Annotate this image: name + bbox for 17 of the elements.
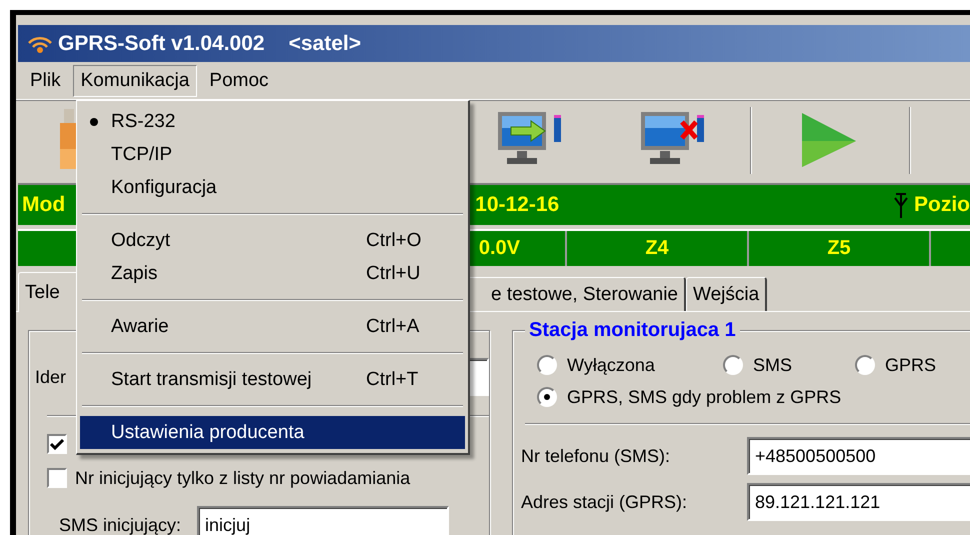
radio-label: Wyłączona <box>567 354 655 376</box>
zone-label: Z4 <box>645 237 669 260</box>
field-label: SMS inicjujący: <box>59 514 182 535</box>
radio-label: SMS <box>753 354 792 376</box>
checkbox-label: Nr inicjujący tylko z listy nr powiadamiania <box>75 468 410 488</box>
group-title: Stacja monitorujaca 1 <box>525 319 740 342</box>
date-text: 10-12-16 <box>475 193 560 217</box>
radio-label: GPRS <box>885 354 936 376</box>
window-title: GPRS-Soft v1.04.002 <satel> <box>58 32 361 56</box>
zone-label: 0.0V <box>478 237 520 260</box>
zone-label: Z5 <box>827 237 851 260</box>
field-label: Adres stacji (GPRS): <box>521 492 688 512</box>
signal-level-text: Pozio <box>914 193 970 217</box>
radio-label: GPRS, SMS gdy problem z GPRS <box>567 386 842 408</box>
field-label: Nr telefonu (SMS): <box>521 446 672 466</box>
status-text: Mod <box>22 193 66 217</box>
field-label: Ider <box>35 366 66 388</box>
